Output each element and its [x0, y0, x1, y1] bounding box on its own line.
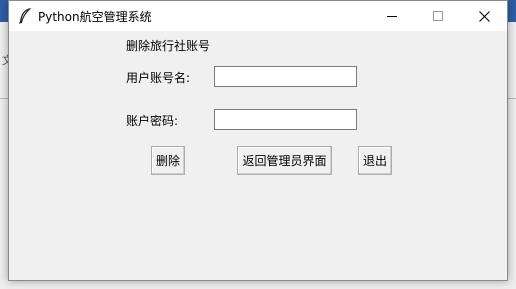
close-icon	[478, 10, 490, 22]
window-client-area: 删除旅行社账号 用户账号名: 账户密码: 删除 返回管理员界面 退出	[9, 31, 507, 280]
page-heading: 删除旅行社账号	[126, 39, 211, 53]
maximize-icon	[433, 11, 443, 21]
back-to-admin-button[interactable]: 返回管理员界面	[237, 146, 332, 175]
username-label: 用户账号名:	[126, 71, 191, 85]
feather-icon	[19, 8, 32, 24]
maximize-button[interactable]	[415, 1, 461, 31]
minimize-button[interactable]	[369, 1, 415, 31]
exit-button[interactable]: 退出	[358, 146, 392, 175]
username-input[interactable]	[214, 66, 357, 87]
minimize-icon	[387, 16, 397, 17]
app-window: Python航空管理系统 删除旅行社账号 用户账号名: 账户密码: 删除 返回管…	[8, 0, 508, 281]
window-title: Python航空管理系统	[38, 10, 152, 24]
delete-button[interactable]: 删除	[151, 146, 185, 175]
close-button[interactable]	[461, 1, 507, 31]
password-label: 账户密码:	[126, 114, 179, 128]
password-input[interactable]	[214, 109, 357, 130]
title-bar[interactable]: Python航空管理系统	[9, 1, 507, 31]
